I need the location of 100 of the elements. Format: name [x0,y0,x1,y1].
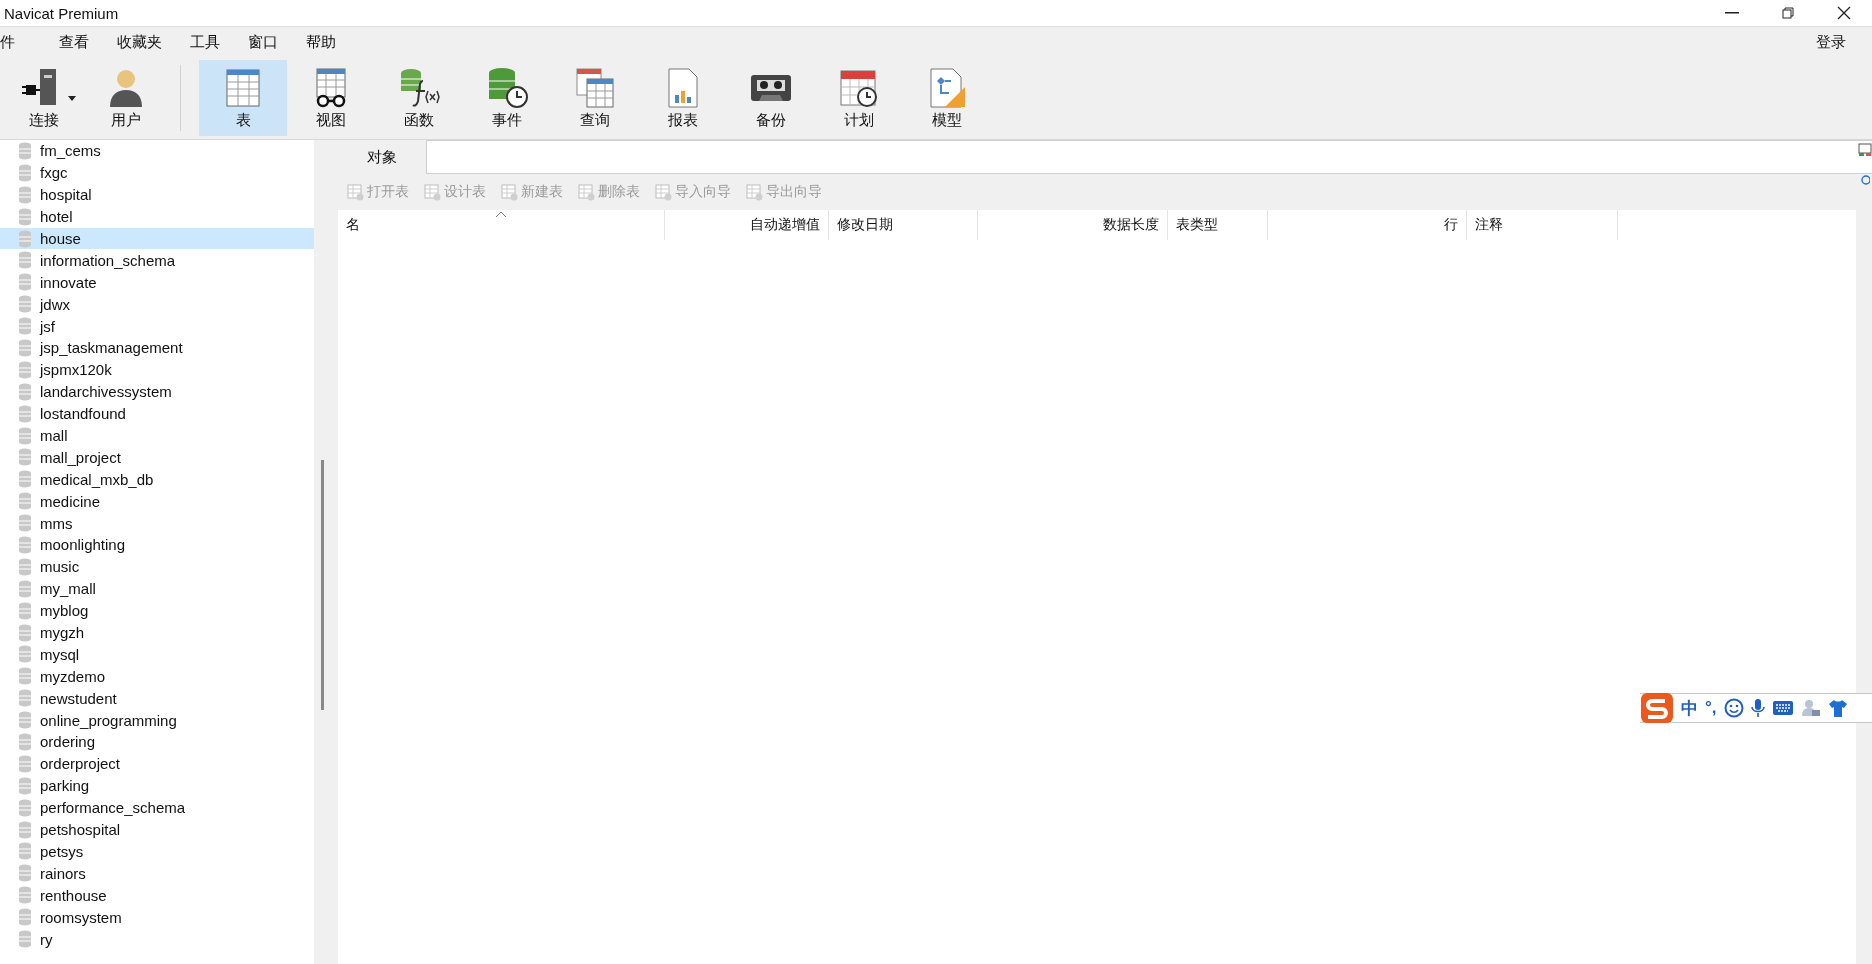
login-link[interactable]: 登录 [1816,32,1846,52]
database-item[interactable]: mygzh [0,621,314,644]
database-item[interactable]: jsp_taskmanagement [0,337,314,359]
toolbar-button[interactable]: 表 [199,60,287,136]
database-icon [18,776,32,795]
window-title: Navicat Premium [4,4,120,22]
column-header[interactable]: 数据长度 [978,210,1168,240]
toolbar-button[interactable]: 查询 [551,60,639,136]
database-item[interactable]: performance_schema [0,796,314,819]
database-item[interactable]: moonlighting [0,534,314,556]
column-header[interactable]: 名 [338,210,665,240]
database-item[interactable]: mms [0,512,314,535]
shirt-icon[interactable] [1827,699,1848,717]
database-item[interactable]: petsys [0,840,314,863]
database-icon [18,820,32,839]
menu-item[interactable]: 收藏夹 [103,32,176,52]
restore-icon [1782,7,1794,19]
database-item[interactable]: myblog [0,599,314,622]
database-item[interactable]: medicine [0,490,314,513]
database-item[interactable]: newstudent [0,687,314,710]
table-icon [745,183,763,201]
smiley-icon[interactable] [1723,698,1744,718]
database-icon [18,645,32,664]
tables-icon [573,66,617,109]
toolbar-button[interactable]: 报表 [639,60,727,136]
database-item[interactable]: fxgc [0,161,314,184]
ime-punctuation[interactable]: °, [1705,698,1717,718]
database-icon [18,535,32,554]
minimize-icon [1725,12,1739,14]
database-icon [18,426,32,445]
database-item[interactable]: mall [0,424,314,447]
database-item[interactable]: orderproject [0,752,314,775]
column-header[interactable]: 自动递增值 [665,210,829,240]
database-item[interactable]: mysql [0,643,314,666]
menu-item[interactable]: 帮助 [292,32,350,52]
keyboard-icon[interactable] [1771,700,1794,716]
database-item[interactable]: mall_project [0,446,314,469]
toolbar-button[interactable]: 事件 [463,60,551,136]
database-icon [18,470,32,489]
user-icon[interactable] [1800,698,1821,718]
database-item[interactable]: medical_mxb_db [0,468,314,491]
ime-mode[interactable]: 中 [1681,696,1698,720]
toolbar-button[interactable]: 函数 [375,60,463,136]
database-item[interactable]: jspmx120k [0,358,314,381]
toolbar-button[interactable]: 计划 [815,60,903,136]
grid-icon[interactable] [1858,143,1872,157]
database-icon [18,908,32,927]
database-icon [18,886,32,905]
search-icon[interactable] [1858,175,1870,187]
database-item[interactable]: hotel [0,205,314,228]
database-item[interactable]: jsf [0,315,314,337]
database-item[interactable]: music [0,555,314,578]
database-icon [18,864,32,883]
microphone-icon[interactable] [1750,698,1765,718]
database-item[interactable]: online_programming [0,709,314,732]
database-item[interactable]: lostandfound [0,402,314,425]
database-icon [18,754,32,773]
database-icon [18,448,32,467]
database-item[interactable]: hospital [0,183,314,206]
database-name: mysql [40,645,80,663]
database-item[interactable]: house [0,227,314,250]
menu-item[interactable]: 工具 [176,32,234,52]
database-item[interactable]: myzdemo [0,665,314,688]
menu-item[interactable]: 件 [0,32,29,52]
database-item[interactable]: innovate [0,271,314,294]
database-item[interactable]: jdwx [0,293,314,316]
database-item[interactable]: rainors [0,862,314,885]
column-header[interactable]: 注释 [1467,210,1618,240]
close-icon [1837,6,1851,20]
database-item[interactable]: ordering [0,731,314,753]
toolbar-button[interactable]: 视图 [287,60,375,136]
database-name: house [40,230,81,247]
caret-icon[interactable] [68,95,76,101]
database-item[interactable]: petshospital [0,818,314,841]
toolbar-button[interactable]: 备份 [727,60,815,136]
database-icon [18,404,32,423]
database-item[interactable]: my_mall [0,577,314,600]
database-item[interactable]: parking [0,774,314,797]
database-item[interactable]: landarchivessystem [0,380,314,403]
database-icon [18,711,32,730]
database-item[interactable]: fm_cems [0,140,314,162]
database-name: medicine [40,492,101,510]
database-icon [18,689,32,708]
menu-item[interactable]: 窗口 [234,32,292,52]
column-header[interactable]: 行 [1268,210,1467,240]
database-name: parking [40,777,90,795]
database-item[interactable]: roomsystem [0,906,314,929]
database-name: mms [40,514,73,532]
scrollbar-thumb[interactable] [320,460,324,710]
database-icon [18,492,32,511]
ime-logo-icon[interactable] [1640,693,1674,723]
menu-item[interactable]: 查看 [45,32,103,52]
database-icon [18,514,32,533]
database-item[interactable]: ry [0,928,314,950]
column-header[interactable]: 修改日期 [829,210,978,240]
toolbar-button[interactable]: 模型 [903,60,991,136]
table-icon [577,183,595,201]
column-header[interactable]: 表类型 [1168,210,1268,240]
database-item[interactable]: renthouse [0,884,314,907]
database-item[interactable]: information_schema [0,249,314,272]
